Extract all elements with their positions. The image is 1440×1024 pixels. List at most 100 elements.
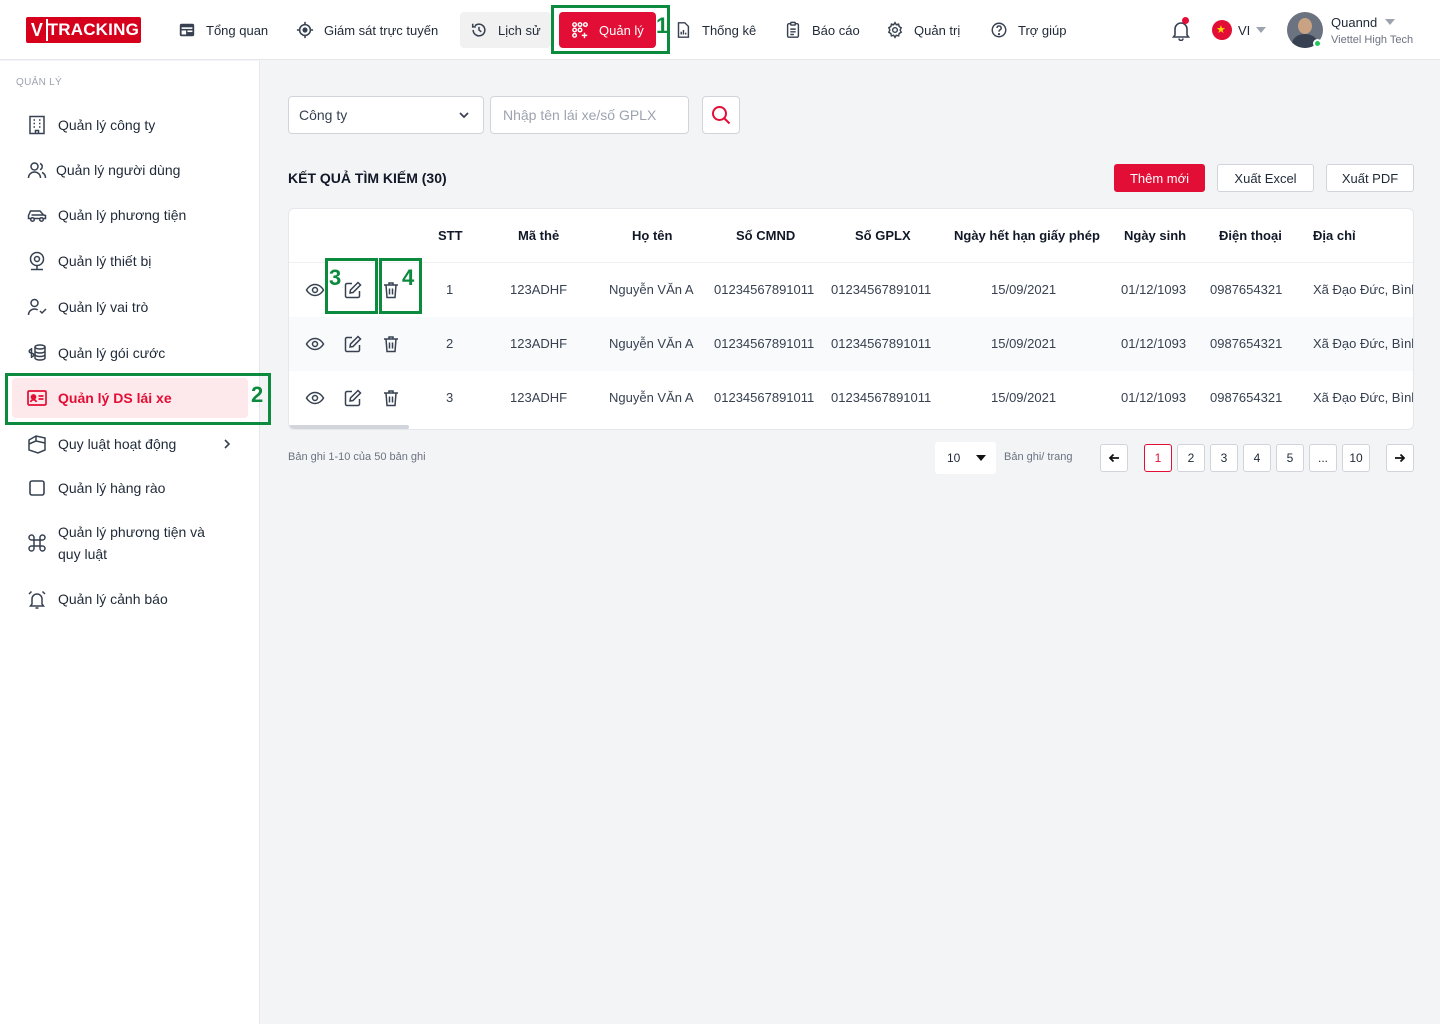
view-button[interactable] <box>303 332 327 356</box>
table-cell: Nguyễn VĂn A <box>609 282 694 297</box>
table-cell: 01234567891011 <box>714 282 815 297</box>
search-icon <box>712 106 731 125</box>
export-pdf-button[interactable]: Xuất PDF <box>1326 164 1414 192</box>
coins-icon <box>28 344 46 361</box>
view-button[interactable] <box>303 278 327 302</box>
table-cell: 15/09/2021 <box>991 336 1057 351</box>
table-cell: 0987654321 <box>1210 390 1283 405</box>
sidebar-item-vehicles[interactable]: Quản lý phương tiện <box>12 203 248 227</box>
users-icon <box>27 162 47 179</box>
trash-icon <box>384 390 398 407</box>
nav-bao-cao[interactable]: Báo cáo <box>774 12 870 48</box>
add-new-button[interactable]: Thêm mới <box>1114 164 1205 192</box>
driver-search-input[interactable] <box>490 96 689 134</box>
page-button[interactable]: ... <box>1309 444 1337 472</box>
page-button[interactable]: 1 <box>1144 444 1172 472</box>
table-cell: Nguyễn VĂn A <box>609 390 694 405</box>
chevron-down-icon <box>459 112 469 119</box>
dashboard-icon <box>179 23 195 37</box>
nav-label: Lịch sử <box>498 22 541 38</box>
edit-button[interactable] <box>341 332 365 356</box>
column-header: Điện thoại <box>1219 228 1282 243</box>
sidebar-item-vehicle-rules[interactable]: Quản lý phương tiện và quy luật <box>12 520 248 566</box>
export-excel-button[interactable]: Xuất Excel <box>1217 164 1314 192</box>
nav-tro-giup[interactable]: Trợ giúp <box>980 12 1077 48</box>
sidebar-item-users[interactable]: Quản lý người dùng <box>12 158 248 182</box>
stats-icon <box>677 22 690 38</box>
sidebar-item-label: Quy luật hoạt động <box>58 436 177 452</box>
search-button[interactable] <box>702 96 740 134</box>
table-cell: 15/09/2021 <box>991 390 1057 405</box>
user-name: Quannd <box>1331 14 1378 30</box>
sidebar-item-rules[interactable]: Quy luật hoạt động <box>12 432 248 456</box>
table-cell: 3 <box>446 390 454 405</box>
per-page-select[interactable]: 10 <box>935 442 996 474</box>
device-icon <box>29 251 45 271</box>
vtracking-logo[interactable]: V TRACKING <box>26 17 141 43</box>
prev-page-button[interactable] <box>1100 444 1128 472</box>
column-header: Ngày sinh <box>1124 228 1187 243</box>
history-icon <box>471 23 486 37</box>
table-cell: 01234567891011 <box>831 390 932 405</box>
table-row: 1 123ADHF Nguyễn VĂn A 01234567891011 012345… <box>289 263 1414 317</box>
table-cell: 0987654321 <box>1210 282 1283 297</box>
notification-dot <box>1182 17 1189 24</box>
sidebar-item-roles[interactable]: Quản lý vai trò <box>12 295 248 319</box>
sidebar-item-company[interactable]: Quản lý công ty <box>12 113 248 137</box>
nav-lich-su[interactable]: Lịch sử <box>460 12 551 48</box>
sidebar-item-devices[interactable]: Quản lý thiết bị <box>12 249 248 273</box>
page-button[interactable]: 10 <box>1342 444 1370 472</box>
report-icon <box>786 21 800 38</box>
sidebar-item-label: Quản lý phương tiện và <box>58 524 205 540</box>
page-button[interactable]: 5 <box>1276 444 1304 472</box>
annotation-box-2 <box>5 373 271 425</box>
horizontal-scrollbar[interactable] <box>289 425 409 429</box>
delete-button[interactable] <box>379 386 403 410</box>
building-icon <box>29 115 45 135</box>
nav-label: Trợ giúp <box>1018 22 1067 38</box>
sidebar-item-alerts[interactable]: Quản lý cảnh báo <box>12 587 248 611</box>
pagination-info: Bản ghi 1-10 của 50 bản ghi <box>288 451 426 463</box>
language-selector[interactable]: VI <box>1212 20 1267 40</box>
sidebar-item-label: Quản lý thiết bị <box>58 253 152 269</box>
table-cell: 123ADHF <box>510 282 568 297</box>
sidebar-item-label: Quản lý người dùng <box>56 162 181 178</box>
bell-icon[interactable] <box>1170 19 1192 41</box>
table-cell: Xã Đạo Đức, Bình <box>1313 390 1414 405</box>
sidebar-item-label: Quản lý phương tiện <box>58 207 187 223</box>
crosshair-icon <box>296 21 314 39</box>
sidebar-item-packages[interactable]: Quản lý gói cước <box>12 341 248 365</box>
nav-giam-sat[interactable]: Giám sát trực tuyến <box>286 12 448 48</box>
annotation-number-4: 4 <box>402 265 415 290</box>
sidebar-item-label: Quản lý cảnh báo <box>58 591 168 607</box>
column-header: STT <box>438 228 463 243</box>
user-menu[interactable]: Quannd Viettel High Tech <box>1287 12 1413 48</box>
table-row: 3 123ADHF Nguyễn VĂn A 01234567891011 012345… <box>289 371 1414 425</box>
page-button[interactable]: 4 <box>1243 444 1271 472</box>
view-eye-icon <box>305 391 325 405</box>
delete-button[interactable] <box>379 332 403 356</box>
view-button[interactable] <box>303 386 327 410</box>
next-page-button[interactable] <box>1386 444 1414 472</box>
page-button[interactable]: 2 <box>1177 444 1205 472</box>
company-select[interactable]: Công ty <box>288 96 484 134</box>
table-cell: Xã Đạo Đức, Bình <box>1313 336 1414 351</box>
table-cell: 15/09/2021 <box>991 282 1057 297</box>
nav-quan-tri[interactable]: Quản trị <box>876 12 970 48</box>
table-cell: Xã Đạo Đức, Bình <box>1313 282 1414 297</box>
nav-tong-quan[interactable]: Tổng quan <box>168 12 278 48</box>
nav-thong-ke[interactable]: Thống kê <box>664 12 766 48</box>
sidebar-item-fences[interactable]: Quản lý hàng rào <box>12 476 248 500</box>
sidebar-item-label: Quản lý vai trò <box>58 299 149 315</box>
annotation-box-4 <box>379 258 422 314</box>
column-header: Số CMND <box>736 228 796 243</box>
table-cell: 01/12/1093 <box>1121 390 1187 405</box>
page-button[interactable]: 3 <box>1210 444 1238 472</box>
arrow-right-icon <box>1395 453 1406 463</box>
table-cell: 01234567891011 <box>831 336 932 351</box>
top-navbar: V TRACKING Tổng quan Giám sát trực tuyến… <box>0 0 1440 60</box>
car-icon <box>27 210 47 223</box>
edit-button[interactable] <box>341 386 365 410</box>
arrow-left-icon <box>1108 453 1119 463</box>
drivers-table: STT Mã thẻ Họ tên Số CMND Số GPLX Ngày h… <box>288 208 1414 430</box>
